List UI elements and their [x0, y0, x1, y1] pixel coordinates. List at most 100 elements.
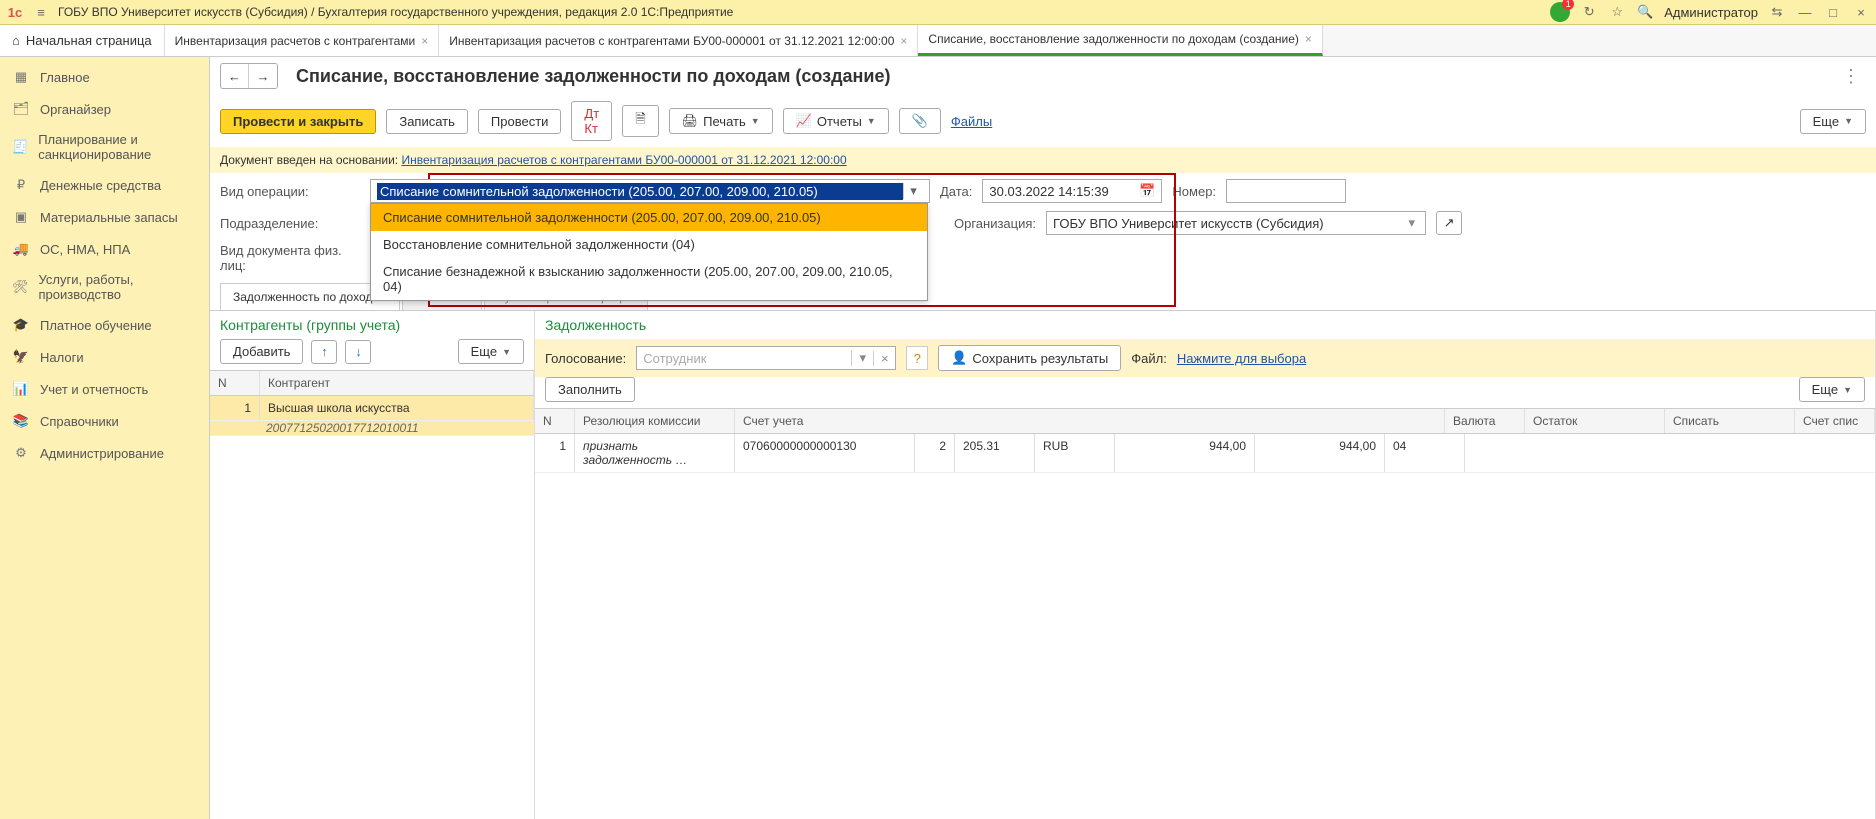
calendar-icon[interactable]: 📅: [1139, 183, 1155, 199]
col-writeoff: Списать: [1665, 409, 1795, 433]
move-down-button[interactable]: ↓: [345, 340, 371, 364]
col-currency: Валюта: [1445, 409, 1525, 433]
history-icon[interactable]: ↻: [1580, 3, 1598, 21]
sidebar-item-main[interactable]: ▦Главное: [0, 61, 209, 93]
chevron-down-icon: ▼: [751, 116, 760, 126]
table-row[interactable]: 1 признать задолженность … 0706000000000…: [535, 434, 1875, 473]
maximize-icon[interactable]: □: [1824, 3, 1842, 21]
main-sidebar: ▦Главное 🗂Органайзер 🧾Планирование и сан…: [0, 57, 210, 819]
sidebar-item-admin[interactable]: ⚙Администрирование: [0, 437, 209, 469]
settings-icon[interactable]: ⇆: [1768, 3, 1786, 21]
close-icon[interactable]: ×: [421, 34, 428, 48]
star-icon[interactable]: ☆: [1608, 3, 1626, 21]
table-row[interactable]: 1 Высшая школа искусства: [210, 396, 534, 421]
employee-placeholder: Сотрудник: [637, 351, 851, 366]
sidebar-item-education[interactable]: 🎓Платное обучение: [0, 309, 209, 341]
truck-icon: 🚚: [12, 240, 30, 258]
table-row-sub: 20077125020017712010011: [210, 421, 534, 436]
tab-inventory-doc[interactable]: Инвентаризация расчетов с контрагентами …: [439, 25, 918, 56]
sidebar-item-services[interactable]: 🛠Услуги, работы, производство: [0, 265, 209, 309]
close-window-icon[interactable]: ×: [1852, 3, 1870, 21]
nav-back-button[interactable]: ←: [221, 64, 249, 88]
eagle-icon: 🦅: [12, 348, 30, 366]
home-tab-label: Начальная страница: [26, 33, 152, 48]
close-icon[interactable]: ×: [1305, 32, 1312, 46]
org-label: Организация:: [954, 216, 1036, 231]
home-tab[interactable]: ⌂ Начальная страница: [0, 25, 165, 56]
operation-type-select[interactable]: Списание сомнительной задолженности (205…: [370, 179, 930, 203]
date-input[interactable]: 30.03.2022 14:15:39📅: [982, 179, 1162, 203]
op-option-1[interactable]: Списание сомнительной задолженности (205…: [371, 204, 927, 231]
boxes-icon: ▣: [12, 208, 30, 226]
save-results-button[interactable]: 👤Сохранить результаты: [938, 345, 1121, 371]
move-up-button[interactable]: ↑: [311, 340, 337, 364]
attach-button[interactable]: 📎: [899, 108, 941, 134]
form-area: Вид операции: Списание сомнительной задо…: [210, 173, 1876, 279]
help-icon[interactable]: ?: [906, 346, 928, 370]
add-button[interactable]: Добавить: [220, 339, 303, 364]
close-icon[interactable]: ×: [900, 34, 907, 48]
debt-table: N Резолюция комиссии Счет учета Валюта О…: [535, 408, 1875, 819]
dep-label: Подразделение:: [220, 216, 360, 231]
op-option-3[interactable]: Списание безнадежной к взысканию задолже…: [371, 258, 927, 300]
burger-icon[interactable]: ≡: [32, 3, 50, 21]
org-input[interactable]: ГОБУ ВПО Университет искусств (Субсидия)…: [1046, 211, 1426, 235]
choose-file-link[interactable]: Нажмите для выбора: [1177, 351, 1306, 366]
sidebar-item-organizer[interactable]: 🗂Органайзер: [0, 93, 209, 125]
col-resolution: Резолюция комиссии: [575, 409, 735, 433]
minimize-icon[interactable]: —: [1796, 3, 1814, 21]
fill-button[interactable]: Заполнить: [545, 377, 635, 402]
reports-button[interactable]: 📈Отчеты▼: [783, 108, 889, 134]
tab-inventory-list[interactable]: Инвентаризация расчетов с контрагентами …: [165, 25, 440, 56]
notification-badge: 1: [1562, 0, 1574, 10]
open-org-button[interactable]: ↗: [1436, 211, 1462, 235]
clear-icon[interactable]: ×: [873, 351, 895, 366]
document-content: ← → Списание, восстановление задолженнос…: [210, 57, 1876, 819]
sidebar-item-planning[interactable]: 🧾Планирование и санкционирование: [0, 125, 209, 169]
chevron-down-icon[interactable]: ▾: [851, 350, 873, 366]
employee-input[interactable]: Сотрудник ▾ ×: [636, 346, 896, 370]
post-button[interactable]: Провести: [478, 109, 562, 134]
debt-pane: Задолженность Голосование: Сотрудник ▾ ×…: [535, 311, 1876, 819]
chevron-down-icon: ▼: [867, 116, 876, 126]
sidebar-item-catalogs[interactable]: 📚Справочники: [0, 405, 209, 437]
col-account: Счет учета: [735, 409, 1445, 433]
more-button[interactable]: Еще ▼: [1800, 109, 1866, 134]
sidebar-item-assets[interactable]: 🚚ОС, НМА, НПА: [0, 233, 209, 265]
chevron-down-icon[interactable]: ▾: [1405, 215, 1420, 231]
books-icon: 📚: [12, 412, 30, 430]
plan-icon: 🧾: [12, 138, 28, 156]
basis-label: Документ введен на основании:: [220, 153, 398, 167]
basis-link[interactable]: Инвентаризация расчетов с контрагентами …: [401, 153, 846, 167]
notification-bell-icon[interactable]: 1: [1550, 2, 1570, 22]
write-button[interactable]: Записать: [386, 109, 468, 134]
sidebar-item-accounting[interactable]: 📊Учет и отчетность: [0, 373, 209, 405]
chevron-down-icon[interactable]: ▾: [903, 183, 923, 199]
dk-button[interactable]: ДтКт: [571, 101, 612, 141]
person-icon: 👤: [951, 350, 967, 366]
post-close-button[interactable]: Провести и закрыть: [220, 109, 376, 134]
files-link[interactable]: Файлы: [951, 114, 992, 129]
doc-header: ← → Списание, восстановление задолженнос…: [210, 57, 1876, 95]
number-input[interactable]: [1226, 179, 1346, 203]
more-button[interactable]: Еще ▼: [1799, 377, 1865, 402]
contractors-title: Контрагенты (группы учета): [210, 311, 534, 339]
nav-fwd-button[interactable]: →: [249, 64, 277, 88]
form-icon-button[interactable]: 🗎: [622, 105, 658, 137]
tab-label: Инвентаризация расчетов с контрагентами …: [449, 34, 894, 48]
printer-icon: 🖨: [682, 113, 699, 129]
gear-icon: ⚙: [12, 444, 30, 462]
kebab-icon[interactable]: ⋮: [1836, 66, 1866, 87]
op-option-2[interactable]: Восстановление сомнительной задолженност…: [371, 231, 927, 258]
search-icon[interactable]: 🔍: [1636, 3, 1654, 21]
more-button[interactable]: Еще ▼: [458, 339, 524, 364]
clipboard-icon: 🗂: [12, 100, 30, 118]
app-topbar: 1c ≡ ГОБУ ВПО Университет искусств (Субс…: [0, 0, 1876, 25]
chevron-down-icon: ▼: [1844, 116, 1853, 126]
tab-writeoff-doc[interactable]: Списание, восстановление задолженности п…: [918, 25, 1323, 56]
user-label[interactable]: Администратор: [1664, 5, 1758, 20]
print-button[interactable]: 🖨Печать▼: [669, 108, 773, 134]
sidebar-item-money[interactable]: ₽Денежные средства: [0, 169, 209, 201]
sidebar-item-materials[interactable]: ▣Материальные запасы: [0, 201, 209, 233]
sidebar-item-taxes[interactable]: 🦅Налоги: [0, 341, 209, 373]
